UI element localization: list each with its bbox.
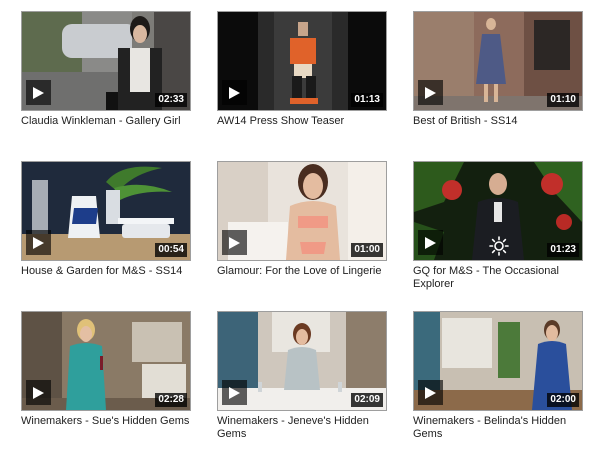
video-grid: 02:33 Claudia Winkleman - Gallery Girl 0… <box>21 11 583 461</box>
video-thumbnail[interactable]: 01:23 <box>413 161 583 261</box>
video-title[interactable]: Glamour: For the Love of Lingerie <box>217 265 387 278</box>
video-title[interactable]: House & Garden for M&S - SS14 <box>21 265 191 278</box>
play-button[interactable] <box>418 80 443 105</box>
video-card[interactable]: 02:28 Winemakers - Sue's Hidden Gems <box>21 311 191 461</box>
play-icon <box>425 386 436 399</box>
play-button[interactable] <box>418 230 443 255</box>
settings-sun-icon[interactable] <box>489 236 509 256</box>
video-card[interactable]: 01:00 Glamour: For the Love of Lingerie <box>217 161 387 311</box>
duration-badge: 01:00 <box>351 243 383 257</box>
duration-badge: 01:10 <box>547 93 579 107</box>
video-card[interactable]: 02:00 Winemakers - Belinda's Hidden Gems <box>413 311 583 461</box>
play-button[interactable] <box>26 230 51 255</box>
video-card[interactable]: 01:10 Best of British - SS14 <box>413 11 583 161</box>
play-icon <box>229 86 240 99</box>
duration-badge: 01:13 <box>351 93 383 107</box>
video-thumbnail[interactable]: 00:54 <box>21 161 191 261</box>
video-thumbnail[interactable]: 01:10 <box>413 11 583 111</box>
play-button[interactable] <box>222 380 247 405</box>
play-button[interactable] <box>418 380 443 405</box>
play-icon <box>425 236 436 249</box>
play-button[interactable] <box>222 230 247 255</box>
video-title[interactable]: Best of British - SS14 <box>413 115 583 128</box>
video-thumbnail[interactable]: 02:33 <box>21 11 191 111</box>
video-card[interactable]: 00:54 House & Garden for M&S - SS14 <box>21 161 191 311</box>
play-icon <box>33 236 44 249</box>
duration-badge: 02:33 <box>155 93 187 107</box>
duration-badge: 00:54 <box>155 243 187 257</box>
video-title[interactable]: Claudia Winkleman - Gallery Girl <box>21 115 191 128</box>
video-title[interactable]: Winemakers - Jeneve's Hidden Gems <box>217 415 387 441</box>
video-title[interactable]: Winemakers - Belinda's Hidden Gems <box>413 415 583 441</box>
video-thumbnail[interactable]: 01:00 <box>217 161 387 261</box>
video-card[interactable]: 02:09 Winemakers - Jeneve's Hidden Gems <box>217 311 387 461</box>
video-thumbnail[interactable]: 01:13 <box>217 11 387 111</box>
video-card[interactable]: 01:13 AW14 Press Show Teaser <box>217 11 387 161</box>
video-thumbnail[interactable]: 02:09 <box>217 311 387 411</box>
video-thumbnail[interactable]: 02:00 <box>413 311 583 411</box>
play-icon <box>229 386 240 399</box>
video-thumbnail[interactable]: 02:28 <box>21 311 191 411</box>
video-title[interactable]: Winemakers - Sue's Hidden Gems <box>21 415 191 428</box>
video-title[interactable]: AW14 Press Show Teaser <box>217 115 387 128</box>
play-icon <box>33 86 44 99</box>
play-icon <box>229 236 240 249</box>
duration-badge: 01:23 <box>547 243 579 257</box>
play-button[interactable] <box>26 80 51 105</box>
duration-badge: 02:00 <box>547 393 579 407</box>
video-title[interactable]: GQ for M&S - The Occasional Explorer <box>413 265 583 291</box>
video-card[interactable]: 01:23 GQ for M&S - The Occasional Explor… <box>413 161 583 311</box>
play-button[interactable] <box>222 80 247 105</box>
duration-badge: 02:09 <box>351 393 383 407</box>
duration-badge: 02:28 <box>155 393 187 407</box>
play-icon <box>425 86 436 99</box>
play-button[interactable] <box>26 380 51 405</box>
video-card[interactable]: 02:33 Claudia Winkleman - Gallery Girl <box>21 11 191 161</box>
play-icon <box>33 386 44 399</box>
